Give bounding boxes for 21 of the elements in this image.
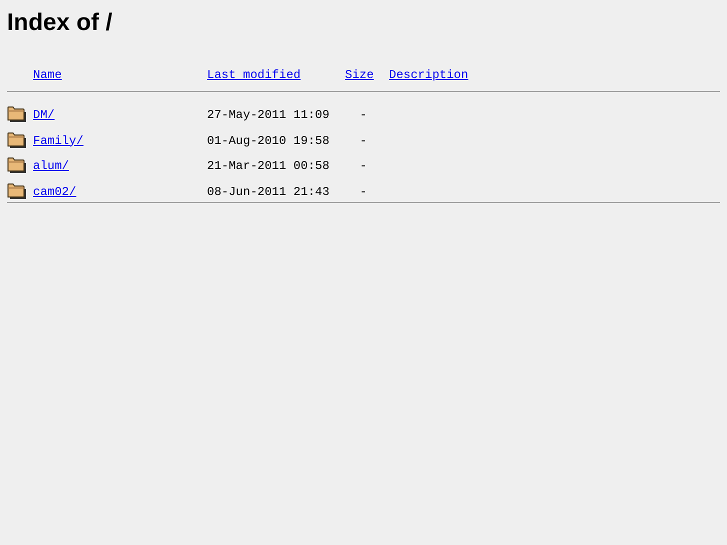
folder-link[interactable]: DM/ (33, 108, 55, 122)
file-size: - (360, 159, 367, 173)
folder-icon (7, 157, 26, 174)
column-header-link[interactable]: Last modified (207, 68, 301, 82)
column-header-link[interactable]: Size (345, 68, 374, 82)
file-size: - (360, 134, 367, 148)
modified-date: 21-Mar-2011 00:58 (207, 159, 330, 173)
file-size: - (360, 108, 367, 122)
modified-date: 08-Jun-2011 21:43 (207, 184, 330, 198)
page-title: Index of / (7, 9, 114, 37)
folder-icon (7, 106, 26, 123)
modified-date: 27-May-2011 11:09 (207, 108, 330, 122)
modified-date: 01-Aug-2010 19:58 (207, 134, 330, 148)
folder-link[interactable]: alum/ (33, 159, 70, 173)
file-size: - (360, 184, 367, 198)
folder-icon (7, 132, 26, 148)
column-header-link[interactable]: Name (33, 68, 62, 82)
folder-link[interactable]: cam02/ (33, 184, 76, 198)
folder-icon (7, 182, 26, 200)
folder-link[interactable]: Family/ (33, 134, 84, 148)
column-header-link[interactable]: Description (389, 68, 468, 82)
